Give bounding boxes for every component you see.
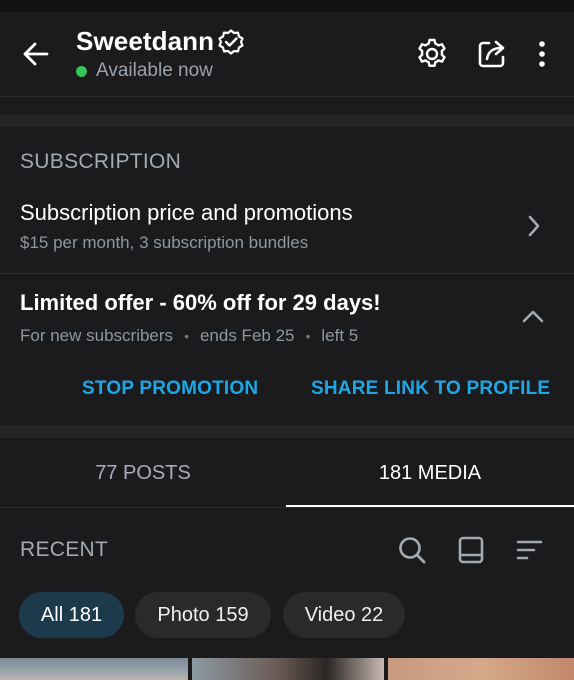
stop-promotion-button[interactable]: STOP PROMOTION: [82, 378, 258, 400]
more-vertical-icon: [539, 41, 545, 67]
chevron-right-icon: [520, 212, 548, 240]
media-thumbnail[interactable]: [388, 658, 574, 680]
tab-posts[interactable]: 77 POSTS: [0, 438, 286, 508]
offer-audience: For new subscribers: [20, 326, 174, 345]
status-bar: [0, 0, 574, 12]
spacer: [0, 97, 574, 115]
search-button[interactable]: [394, 532, 430, 568]
share-icon: [478, 40, 505, 68]
media-thumbnail[interactable]: [0, 658, 188, 680]
offer-meta: For new subscribers • ends Feb 25 • left…: [20, 326, 358, 346]
username: Sweetdann: [76, 26, 215, 56]
chevron-up-icon[interactable]: [518, 304, 548, 328]
verified-badge-icon: [217, 28, 245, 56]
subscription-price-row[interactable]: Subscription price and promotions $15 pe…: [0, 188, 574, 272]
profile-tabs: 77 POSTS 181 MEDIA: [0, 438, 574, 508]
meta-separator: •: [184, 328, 189, 344]
offer-ends: ends Feb 25: [199, 326, 295, 345]
filter-chip-all[interactable]: All 181: [19, 592, 124, 638]
availability-status: Available now: [76, 60, 213, 82]
meta-separator: •: [305, 328, 311, 344]
filter-chip-video[interactable]: Video 22: [283, 592, 405, 638]
section-gap: [0, 115, 574, 127]
more-options-button[interactable]: [524, 36, 560, 72]
view-toggle-button[interactable]: [453, 532, 489, 568]
tab-media[interactable]: 181 MEDIA: [286, 438, 574, 508]
settings-button[interactable]: [414, 36, 450, 72]
media-thumbnail[interactable]: [192, 658, 384, 680]
back-button[interactable]: [18, 38, 54, 70]
share-button[interactable]: [474, 36, 510, 72]
price-row-title: Subscription price and promotions: [20, 200, 353, 225]
profile-header: Sweetdann Available now: [0, 12, 574, 97]
offer-remaining: left 5: [321, 326, 359, 345]
subscription-section-title: SUBSCRIPTION: [20, 150, 182, 173]
offer-title: Limited offer - 60% off for 29 days!: [20, 290, 381, 315]
share-link-button[interactable]: SHARE LINK TO PROFILE: [311, 378, 550, 400]
settings-gear-icon: [418, 38, 446, 67]
status-text: Available now: [96, 60, 213, 81]
price-row-subtitle: $15 per month, 3 subscription bundles: [20, 233, 309, 252]
grid-view-icon: [458, 536, 484, 564]
filter-chip-photo[interactable]: Photo 159: [135, 592, 271, 638]
sort-button[interactable]: [511, 532, 547, 568]
media-section-title: RECENT: [20, 538, 109, 561]
online-dot-icon: [76, 65, 87, 77]
divider: [0, 507, 574, 508]
section-gap: [0, 425, 574, 438]
search-icon: [399, 537, 426, 564]
sort-icon: [516, 540, 543, 560]
back-arrow-icon: [23, 42, 49, 66]
username-row: Sweetdann: [76, 26, 245, 57]
